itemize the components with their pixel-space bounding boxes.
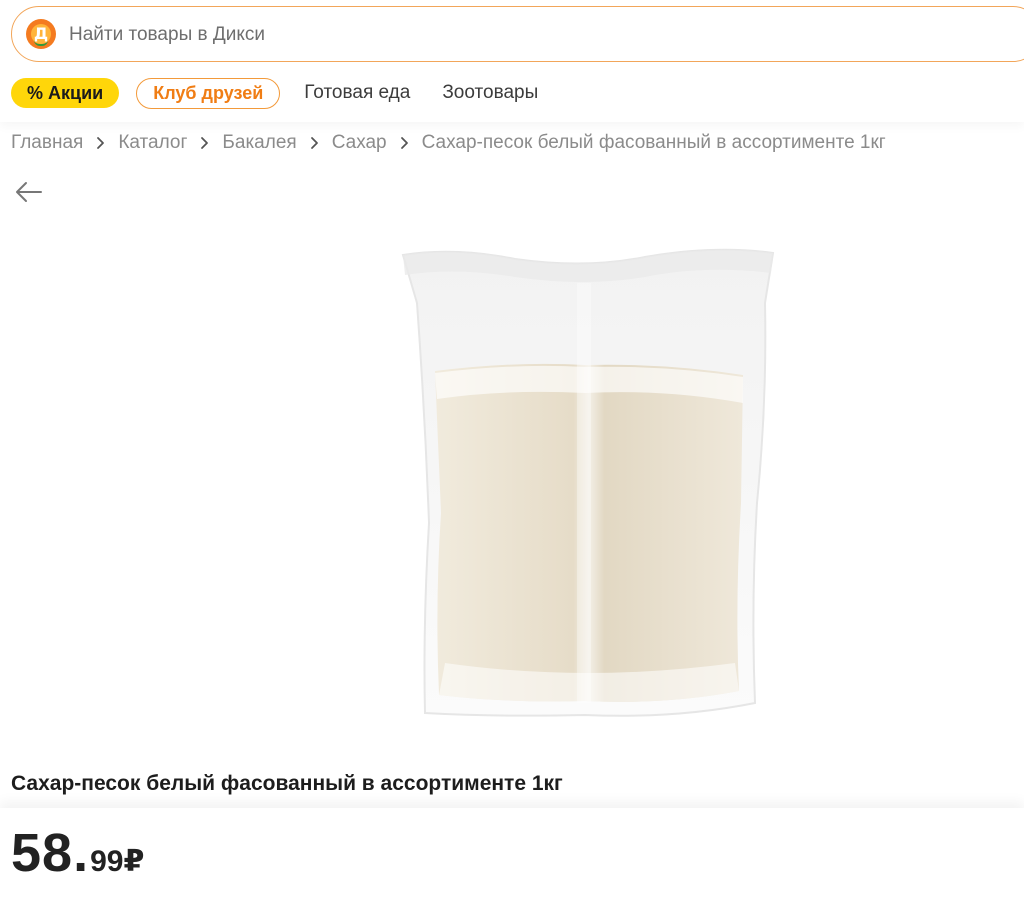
price-bar: 58 . 99 ₽ — [0, 808, 1024, 900]
price-dot: . — [73, 823, 89, 883]
breadcrumb-item-current: Сахар-песок белый фасованный в ассортиме… — [421, 132, 886, 153]
arrow-left-icon[interactable] — [14, 179, 44, 205]
chevron-right-icon — [200, 136, 209, 150]
nav-link-pet-goods[interactable]: Зоотовары — [442, 82, 538, 104]
sale-button[interactable]: % Акции — [11, 78, 120, 108]
nav-link-ready-food[interactable]: Готовая еда — [304, 82, 410, 104]
breadcrumb-item-grocery[interactable]: Бакалея — [222, 132, 296, 154]
chevron-right-icon — [310, 136, 319, 150]
price-cents: 99 — [90, 845, 124, 878]
currency-symbol: ₽ — [123, 845, 145, 878]
friends-club-button[interactable]: Клуб друзей — [136, 77, 281, 109]
search-input[interactable]: Найти товары в Дикси — [69, 24, 265, 46]
chevron-right-icon — [96, 136, 105, 150]
search-bar[interactable]: Д Найти товары в Дикси — [11, 6, 1024, 62]
chevron-right-icon — [400, 136, 409, 150]
product-title: Сахар-песок белый фасованный в ассортиме… — [11, 772, 563, 795]
category-nav: % Акции Клуб друзей Готовая еда Зоотовар… — [11, 77, 538, 109]
price-main: 58 — [11, 823, 74, 883]
breadcrumb-item-catalog[interactable]: Каталог — [118, 132, 187, 154]
breadcrumb-item-sugar[interactable]: Сахар — [332, 132, 387, 154]
product-image — [395, 243, 780, 723]
product-price: 58 . 99 ₽ — [11, 822, 144, 884]
breadcrumb: Главная Каталог Бакалея Сахар Сахар-песо… — [11, 132, 886, 154]
breadcrumb-item-home[interactable]: Главная — [11, 132, 83, 154]
dixy-logo-icon[interactable]: Д — [26, 19, 56, 49]
header: Д Найти товары в Дикси % Акции Клуб друз… — [0, 0, 1024, 122]
